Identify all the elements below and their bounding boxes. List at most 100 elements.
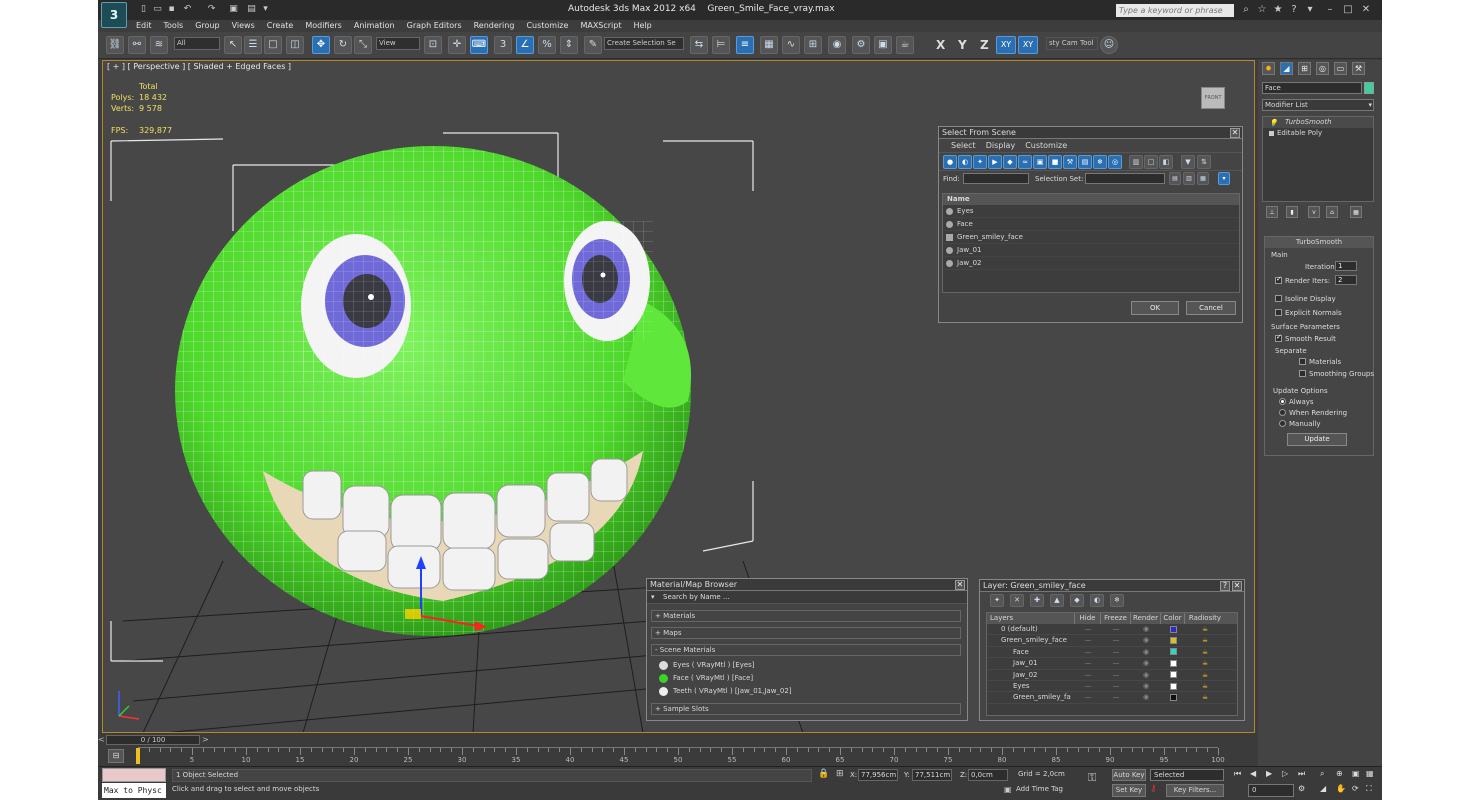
field-of-view-icon[interactable]: ◢	[1320, 784, 1332, 796]
time-slider-prev-icon[interactable]: <	[98, 735, 105, 744]
layer-color-swatch[interactable]	[1161, 692, 1185, 702]
rectangular-selection-icon[interactable]: □	[264, 36, 282, 54]
zoom-extents-all-icon[interactable]: ▦	[1366, 769, 1378, 781]
layer-row[interactable]: Jaw_02— — ◉ ☕	[987, 670, 1237, 681]
col-render[interactable]: Render	[1131, 613, 1161, 624]
select-and-rotate-icon[interactable]: ↻	[334, 36, 352, 54]
graphite-toolbar-icon[interactable]: ▦	[760, 36, 778, 54]
display-cameras-icon[interactable]: ▶	[988, 155, 1002, 169]
perspective-viewport[interactable]: [ + ] [ Perspective ] [ Shaded + Edged F…	[102, 60, 1255, 733]
layer-freeze-toggle[interactable]: —	[1101, 692, 1131, 702]
layer-hide-toggle[interactable]: —	[1075, 658, 1101, 668]
layer-freeze-toggle[interactable]: —	[1101, 681, 1131, 691]
layer-row[interactable]: Face — — ◉ ☕	[987, 647, 1237, 659]
constrain-xy-button[interactable]: XY	[996, 36, 1016, 54]
cam-tool-icon[interactable]: ☺	[1100, 36, 1118, 54]
select-object-icon[interactable]: ↖	[224, 36, 242, 54]
new-file-icon[interactable]: ▯	[138, 4, 149, 15]
set-key-mode-icon[interactable]: ⚿	[1088, 771, 1106, 785]
material-editor-icon[interactable]: ◉	[828, 36, 846, 54]
help-search-input[interactable]: Type a keyword or phrase	[1116, 4, 1234, 17]
time-tag-icon[interactable]: ▣	[1004, 785, 1016, 797]
show-end-result-icon[interactable]: ▮	[1286, 206, 1298, 218]
key-icon[interactable]: ⚷	[1150, 784, 1162, 796]
layer-color-swatch[interactable]	[1161, 658, 1185, 668]
explicit-normals-checkbox[interactable]	[1275, 309, 1282, 316]
layer-manager-icon[interactable]: ≡	[736, 36, 754, 54]
maxscript-listener-pink[interactable]	[102, 768, 166, 782]
menu-maxscript[interactable]: MAXScript	[574, 20, 627, 32]
menu-customize[interactable]: Customize	[520, 20, 574, 32]
layer-color-swatch[interactable]	[1161, 647, 1185, 657]
smoothing-groups-checkbox[interactable]	[1299, 370, 1306, 377]
goto-start-icon[interactable]: ⏮	[1234, 769, 1246, 781]
display-lights-icon[interactable]: ✦	[973, 155, 987, 169]
sel-set-add-icon[interactable]: ▤	[1169, 172, 1181, 185]
z-coordinate-input[interactable]: 0,0cm	[968, 769, 1008, 781]
close-icon[interactable]: ✕	[1230, 128, 1240, 138]
select-and-scale-icon[interactable]: ⤡	[354, 36, 372, 54]
open-mini-curve-editor-icon[interactable]: ⊟	[108, 749, 124, 763]
layer-render-toggle[interactable]: ◉	[1131, 635, 1161, 645]
layer-render-toggle[interactable]: ◉	[1131, 658, 1161, 668]
layer-row[interactable]: 0 (default) — — ◉ ☕	[987, 624, 1237, 636]
pivot-center-icon[interactable]: ⊡	[424, 36, 442, 54]
layer-row[interactable]: Green_smiley_face — — ◉ ☕	[987, 635, 1237, 647]
time-cursor[interactable]	[136, 748, 140, 764]
group-materials[interactable]: + Materials	[651, 610, 961, 622]
utilities-tab-icon[interactable]: ⚒	[1352, 62, 1365, 75]
maxscript-listener-input[interactable]: Max to Physc	[102, 783, 166, 798]
layer-hide-toggle[interactable]: —	[1075, 647, 1101, 657]
menu-views[interactable]: Views	[226, 20, 261, 32]
favorites-icon[interactable]: ★	[1272, 4, 1284, 16]
schematic-view-icon[interactable]: ⊞	[804, 36, 822, 54]
close-icon[interactable]: ✕	[1360, 4, 1372, 16]
radiosity-teapot-icon[interactable]: ☕	[1185, 681, 1225, 691]
constrain-y-button[interactable]: Y	[958, 38, 967, 52]
keyboard-shortcut-override-icon[interactable]: ⌨	[470, 36, 488, 54]
minimize-icon[interactable]: –	[1324, 4, 1336, 16]
display-space-warps-icon[interactable]: ≈	[1018, 155, 1032, 169]
key-mode-dropdown[interactable]: Selected	[1150, 769, 1224, 781]
layer-hide-toggle[interactable]: —	[1075, 670, 1101, 680]
absolute-mode-icon[interactable]: ⊞	[836, 769, 848, 781]
sel-set-remove-icon[interactable]: ▥	[1183, 172, 1195, 185]
material-browser-title[interactable]: Material/Map Browser ✕	[647, 579, 967, 591]
layer-row[interactable]: Jaw_01— — ◉ ☕	[987, 658, 1237, 670]
y-coordinate-input[interactable]: 77,511cm	[912, 769, 952, 781]
highlight-layer-icon[interactable]: ◆	[1070, 594, 1084, 607]
set-key-button[interactable]: Set Key	[1112, 784, 1146, 797]
layer-render-toggle[interactable]: ◉	[1131, 624, 1161, 634]
list-item[interactable]: Green_smiley_face	[943, 231, 1239, 244]
freeze-all-layers-icon[interactable]: ❄	[1110, 594, 1124, 607]
display-containers-icon[interactable]: ▤	[1078, 155, 1092, 169]
display-all-icon[interactable]: ▥	[1129, 155, 1143, 169]
menu-tools[interactable]: Tools	[158, 20, 190, 32]
radiosity-teapot-icon[interactable]: ☕	[1185, 635, 1225, 645]
display-invert-icon[interactable]: ◧	[1159, 155, 1173, 169]
time-slider-next-icon[interactable]: >	[202, 735, 209, 744]
edit-named-selection-icon[interactable]: ✎	[584, 36, 602, 54]
pin-stack-icon[interactable]: ⊥	[1266, 206, 1278, 218]
display-shapes-icon[interactable]: ◐	[958, 155, 972, 169]
scene-material-item[interactable]: Teeth ( VRayMtl ) [Jaw_01,Jaw_02]	[657, 685, 957, 698]
menu-help[interactable]: Help	[628, 20, 658, 32]
col-radiosity[interactable]: Radiosity	[1185, 613, 1225, 624]
modifier-list-dropdown[interactable]: Modifier List ▾	[1262, 99, 1374, 111]
cancel-button[interactable]: Cancel	[1186, 301, 1236, 315]
isoline-display-checkbox[interactable]	[1275, 295, 1282, 302]
orbit-icon[interactable]: ⟳	[1352, 784, 1364, 796]
lock-selection-icon[interactable]: 🔒	[818, 769, 830, 781]
display-none-icon[interactable]: □	[1144, 155, 1158, 169]
sel-set-edit-icon[interactable]: ▦	[1197, 172, 1209, 185]
smooth-result-checkbox[interactable]	[1275, 333, 1282, 342]
redo-icon[interactable]: ↷	[206, 4, 217, 15]
display-frozen-icon[interactable]: ❄	[1093, 155, 1107, 169]
auto-key-button[interactable]: Auto Key	[1112, 769, 1146, 781]
x-coordinate-input[interactable]: 77,956cm	[858, 769, 898, 781]
layer-hide-toggle[interactable]: —	[1075, 635, 1101, 645]
when-rendering-radio[interactable]	[1279, 409, 1286, 416]
mirror-icon[interactable]: ⇆	[690, 36, 708, 54]
display-helpers-icon[interactable]: ◆	[1003, 155, 1017, 169]
find-input[interactable]	[963, 173, 1029, 184]
